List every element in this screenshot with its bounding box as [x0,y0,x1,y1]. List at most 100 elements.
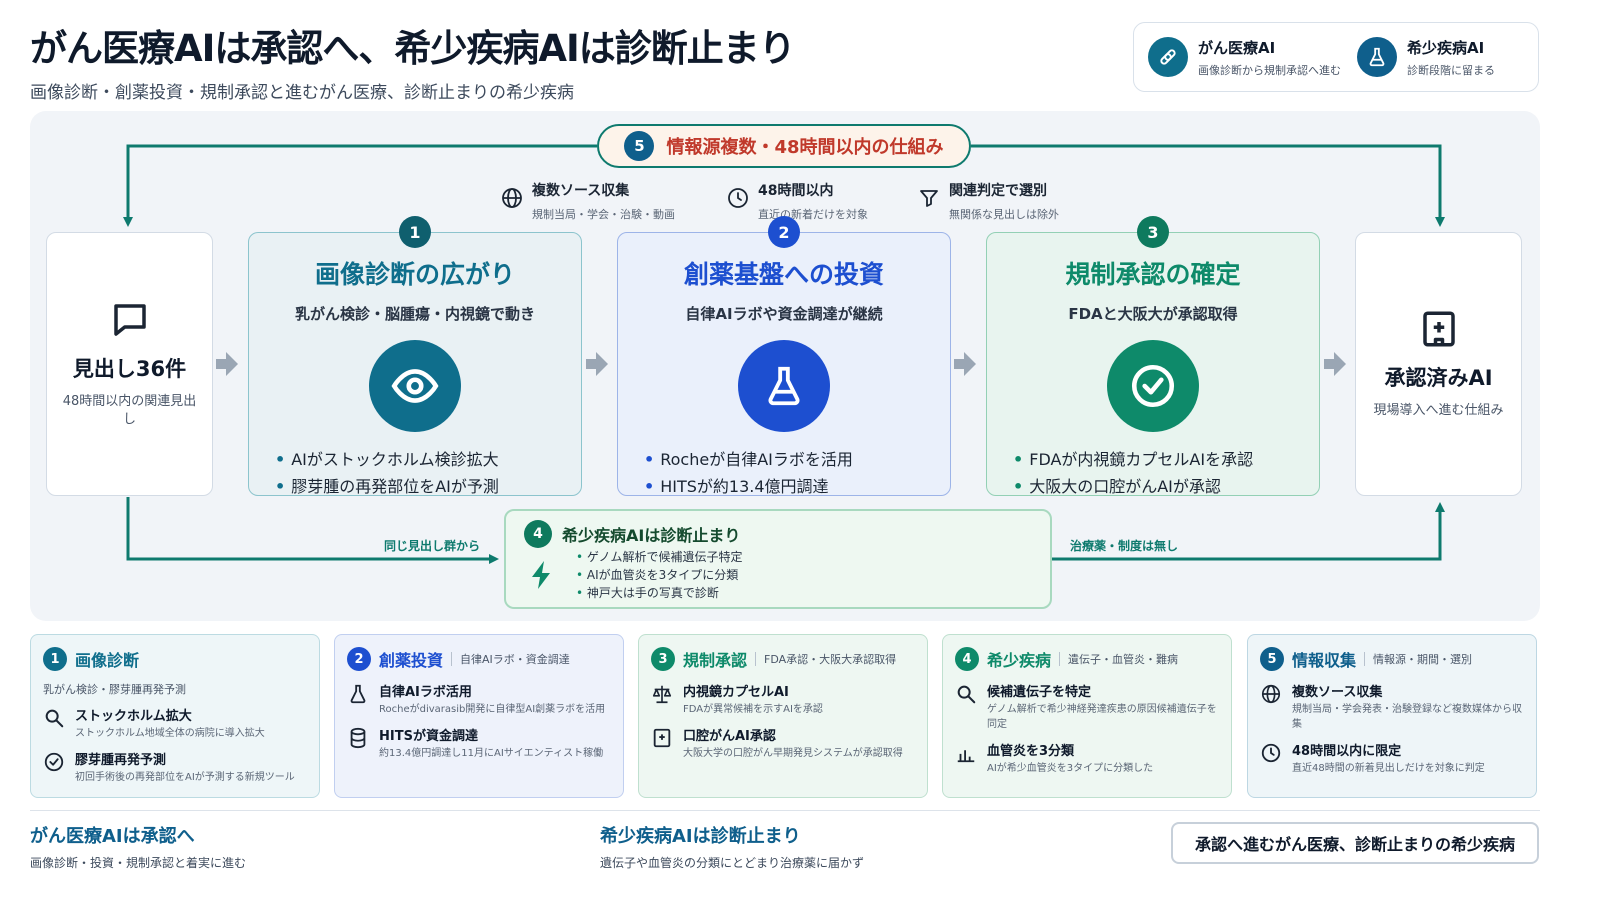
mechanism-desc: 無関係な見出しは除外 [949,208,1059,221]
globe-icon [502,188,522,208]
card-item: 複数ソース収集 規制当局・学会発表・治験登録など複数媒体から収集 [1260,681,1524,732]
footer-desc: 遺伝子や血管炎の分類にとどまり治療薬に届かず [600,856,865,870]
footer-title: がん医療AIは承認へ [30,826,195,847]
output-title: 承認済みAI [1384,365,1493,390]
bullet-item: • 神戸大は手の写真で診断 [576,586,719,600]
card-item: 内視鏡カプセルAI FDAが異常候補を示すAIを承認 [651,681,915,717]
step-number-badge: 2 [768,216,800,248]
info-mechanism-banner: 5 情報源複数・48時間以内の仕組み [597,124,971,168]
step-number-badge: 4 [524,520,552,548]
footer-rare-summary: 希少疾病AIは診断止まり 遺伝子や血管炎の分類にとどまり治療薬に届かず [600,822,864,871]
output-desc: 現場導入へ進む仕組み [1373,402,1504,418]
card-imaging: 1 画像診断 乳がん検診・膠芽腫再発予測 ストックホルム拡大 ストックホルム地域全… [30,634,320,798]
search-icon [957,685,976,704]
card-title: 情報収集 [1292,651,1357,670]
bullet-item: • 大阪大の口腔がんAIが承認 [1013,477,1221,496]
card-title: 創薬投資 [379,651,444,670]
legend: がん医療AI 画像診断から規制承認へ進む 希少疾病AI 診断段階に留まる [1133,22,1539,92]
mechanism-title: 関連判定で選別 [949,183,1047,199]
legend-item-rare: 希少疾病AI 診断段階に留まる [1357,37,1524,78]
scale-icon [652,685,672,704]
stage-bullets: • FDAが内視鏡カプセルAIを承認 • 大阪大の口腔がんAIが承認 [1013,446,1319,500]
card-drug-investment: 2 創薬投資 自律AIラボ・資金調達 自律AIラボ活用 Rocheがdivaras… [334,634,624,798]
database-icon [350,727,366,749]
card-item: 自律AIラボ活用 Rocheがdivarasib開発に自律型AI創薬ラボを活用 [347,681,611,717]
stage-title: 創薬基盤への投資 [683,260,884,289]
page-subtitle: 画像診断・創薬投資・規制承認と進むがん医療、診断止まりの希少疾病 [30,83,574,103]
footer-desc: 画像診断・投資・規制承認と着実に進む [30,856,247,870]
mechanism-48h: 48時間以内 直近の新着だけを対象 [726,180,868,222]
input-desc: 48時間以内の関連見出し [62,393,197,427]
stage-bullets: • Rocheが自律AIラボを活用 • HITSが約13.4億円調達 [644,446,950,500]
chat-icon [113,304,146,336]
legend-item-cancer: がん医療AI 画像診断から規制承認へ進む [1148,37,1341,78]
hospital-icon [653,728,671,748]
stage-title: 画像診断の広がり [314,260,515,289]
mechanism-title: 48時間以内 [758,183,834,199]
card-subtitle: 自律AIラボ・資金調達 [460,653,570,666]
footer-cancer-summary: がん医療AIは承認へ 画像診断・投資・規制承認と着実に進む [30,822,246,871]
flask-icon [350,684,366,704]
output-approved-box: 承認済みAI 現場導入へ進む仕組み [1355,232,1522,496]
bullet-item: • Rocheが自律AIラボを活用 [644,450,853,469]
check-circle-icon [44,752,64,772]
card-subtitle: FDA承認・大阪大承認取得 [764,653,897,666]
card-item: 口腔がんAI承認 大阪大学の口腔がん早期発見システムが承認取得 [651,725,915,761]
mechanism-desc: 規制当局・学会・治験・動画 [532,208,675,221]
legend-title: 希少疾病AI [1407,38,1485,57]
stage-subtitle: 自律AIラボや資金調達が継続 [685,305,883,323]
bar-chart-icon [957,750,975,763]
search-icon [45,709,64,728]
step-number-badge: 1 [43,647,67,671]
bullet-item: • FDAが内視鏡カプセルAIを承認 [1013,450,1254,469]
card-item: 血管炎を3分類 AIが希少血管炎を3タイプに分類した [955,740,1219,776]
card-info-collection: 5 情報収集 情報源・期間・選別 複数ソース収集 規制当局・学会発表・治験登録など… [1247,634,1537,798]
footer-divider [30,810,1540,811]
card-title: 希少疾病 [987,651,1052,670]
footer-title: 希少疾病AIは診断止まり [600,826,801,847]
step-number-badge: 1 [399,216,431,248]
step-number-badge: 3 [1137,216,1169,248]
eye-icon [369,340,461,432]
input-title: 見出し36件 [72,356,187,381]
rare-disease-box: 4 希少疾病AIは診断止まり • ゲノム解析で候補遺伝子特定 • AIが血管炎を… [504,509,1052,609]
bullet-item: • AIが血管炎を3タイプに分類 [576,568,739,582]
rare-title: 希少疾病AIは診断止まり [562,526,741,545]
card-title: 規制承認 [683,651,748,670]
step-number-badge: 4 [955,647,979,671]
flask-icon [1357,37,1397,77]
stage-subtitle: 乳がん検診・脳腫瘍・内視鏡で動き [294,305,535,323]
stage-drug-investment: 2 創薬基盤への投資 自律AIラボや資金調達が継続 • Rocheが自律AIラボを… [617,216,951,496]
stage-imaging: 1 画像診断の広がり 乳がん検診・脳腫瘍・内視鏡で動き • AIがストックホルム検… [248,216,582,496]
footer-badge: 承認へ進むがん医療、診断止まりの希少疾病 [1171,822,1539,864]
card-item: HITSが資金調達 約13.4億円調達し11月にAIサイエンティスト稼働 [347,725,611,761]
bullet-item: • ゲノム解析で候補遺伝子特定 [576,550,743,564]
mechanism-sources: 複数ソース収集 規制当局・学会・治験・動画 [500,180,675,222]
rare-out-label: 治療薬・制度は無し [1070,539,1179,553]
stage-bullets: • AIがストックホルム検診拡大 • 膠芽腫の再発部位をAIが予測 [275,446,581,500]
globe-icon [1261,684,1281,704]
step-number-badge: 5 [624,131,655,161]
card-subtitle: 乳がん検診・膠芽腫再発予測 [43,683,186,696]
card-item: 膠芽腫再発予測 初回手術後の再発部位をAIが予測する新規ツール [43,749,307,785]
bullet-item: • AIがストックホルム検診拡大 [275,450,499,469]
rare-in-label: 同じ見出し群から [384,539,481,553]
legend-desc: 診断段階に留まる [1407,63,1495,77]
step-number-badge: 5 [1260,647,1284,671]
stage-regulatory-approval: 3 規制承認の確定 FDAと大阪大が承認取得 • FDAが内視鏡カプセルAIを承認… [986,216,1320,496]
banner-text: 情報源複数・48時間以内の仕組み [666,137,944,158]
legend-desc: 画像診断から規制承認へ進む [1198,63,1341,77]
card-rare-disease: 4 希少疾病 遺伝子・血管炎・難病 候補遺伝子を特定 ゲノム解析で希少神経発達疾患… [942,634,1232,798]
card-item: 候補遺伝子を特定 ゲノム解析で希少神経発達疾患の原因候補遺伝子を同定 [955,681,1219,732]
stage-title: 規制承認の確定 [1065,260,1241,289]
stage-subtitle: FDAと大阪大が承認取得 [1068,305,1238,323]
card-regulatory: 3 規制承認 FDA承認・大阪大承認取得 内視鏡カプセルAI FDAが異常候補を示… [638,634,928,798]
check-circle-icon [1107,340,1199,432]
step-number-badge: 3 [651,647,675,671]
card-title: 画像診断 [75,651,140,670]
legend-title: がん医療AI [1198,38,1276,57]
bullet-item: • HITSが約13.4億円調達 [644,477,829,496]
page-title: がん医療AIは承認へ、希少疾病AIは診断止まり [30,27,796,70]
hospital-icon [1422,311,1455,347]
card-item: 48時間以内に限定 直近48時間の新着見出しだけを対象に判定 [1260,740,1524,776]
